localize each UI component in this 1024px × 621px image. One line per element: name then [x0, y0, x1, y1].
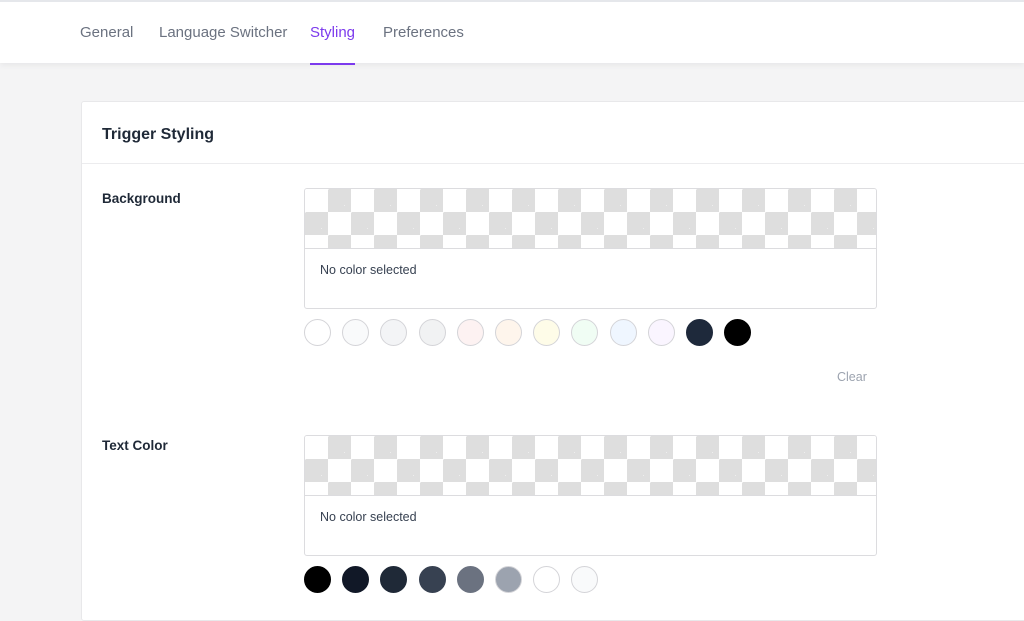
text-color-label: Text Color	[102, 438, 168, 453]
tab-styling[interactable]: Styling	[310, 24, 355, 41]
text-color-status: No color selected	[320, 510, 417, 524]
tab-preferences[interactable]: Preferences	[383, 24, 464, 41]
background-swatch[interactable]	[456, 319, 484, 346]
tab-general[interactable]: General	[80, 24, 133, 41]
background-swatch[interactable]	[686, 319, 713, 346]
background-swatch[interactable]	[571, 319, 599, 346]
background-label: Background	[102, 191, 181, 206]
background-swatch[interactable]	[724, 319, 752, 346]
card-divider	[82, 163, 1024, 164]
text-color-swatch[interactable]	[380, 566, 408, 593]
card-title: Trigger Styling	[102, 126, 215, 143]
text-color-picker[interactable]: No color selected	[304, 435, 877, 556]
background-swatch[interactable]	[380, 319, 408, 346]
background-swatch[interactable]	[647, 319, 675, 346]
background-status: No color selected	[320, 263, 417, 277]
tab-language-switcher[interactable]: Language Switcher	[159, 24, 287, 41]
background-preview	[305, 189, 876, 249]
background-swatch[interactable]	[342, 319, 370, 346]
text-color-swatch[interactable]	[456, 566, 484, 593]
background-swatch[interactable]	[304, 319, 331, 346]
background-swatch[interactable]	[418, 319, 446, 346]
text-color-swatch[interactable]	[418, 566, 446, 593]
trigger-styling-card: Trigger Styling Background No color sele…	[81, 101, 1024, 621]
text-color-swatch[interactable]	[533, 566, 561, 593]
text-color-swatch[interactable]	[342, 566, 370, 593]
background-swatch[interactable]	[609, 319, 637, 346]
background-swatch[interactable]	[495, 319, 522, 346]
active-tab-indicator	[310, 63, 355, 65]
text-color-preview	[305, 436, 876, 496]
text-color-swatch[interactable]	[495, 566, 522, 593]
text-color-swatch[interactable]	[304, 566, 331, 593]
top-tab-bar: General Language Switcher Styling Prefer…	[0, 0, 1024, 65]
background-swatch[interactable]	[533, 319, 561, 346]
background-color-picker[interactable]: No color selected	[304, 188, 877, 309]
background-clear-button[interactable]: Clear	[837, 370, 867, 384]
text-color-swatch[interactable]	[571, 566, 599, 593]
